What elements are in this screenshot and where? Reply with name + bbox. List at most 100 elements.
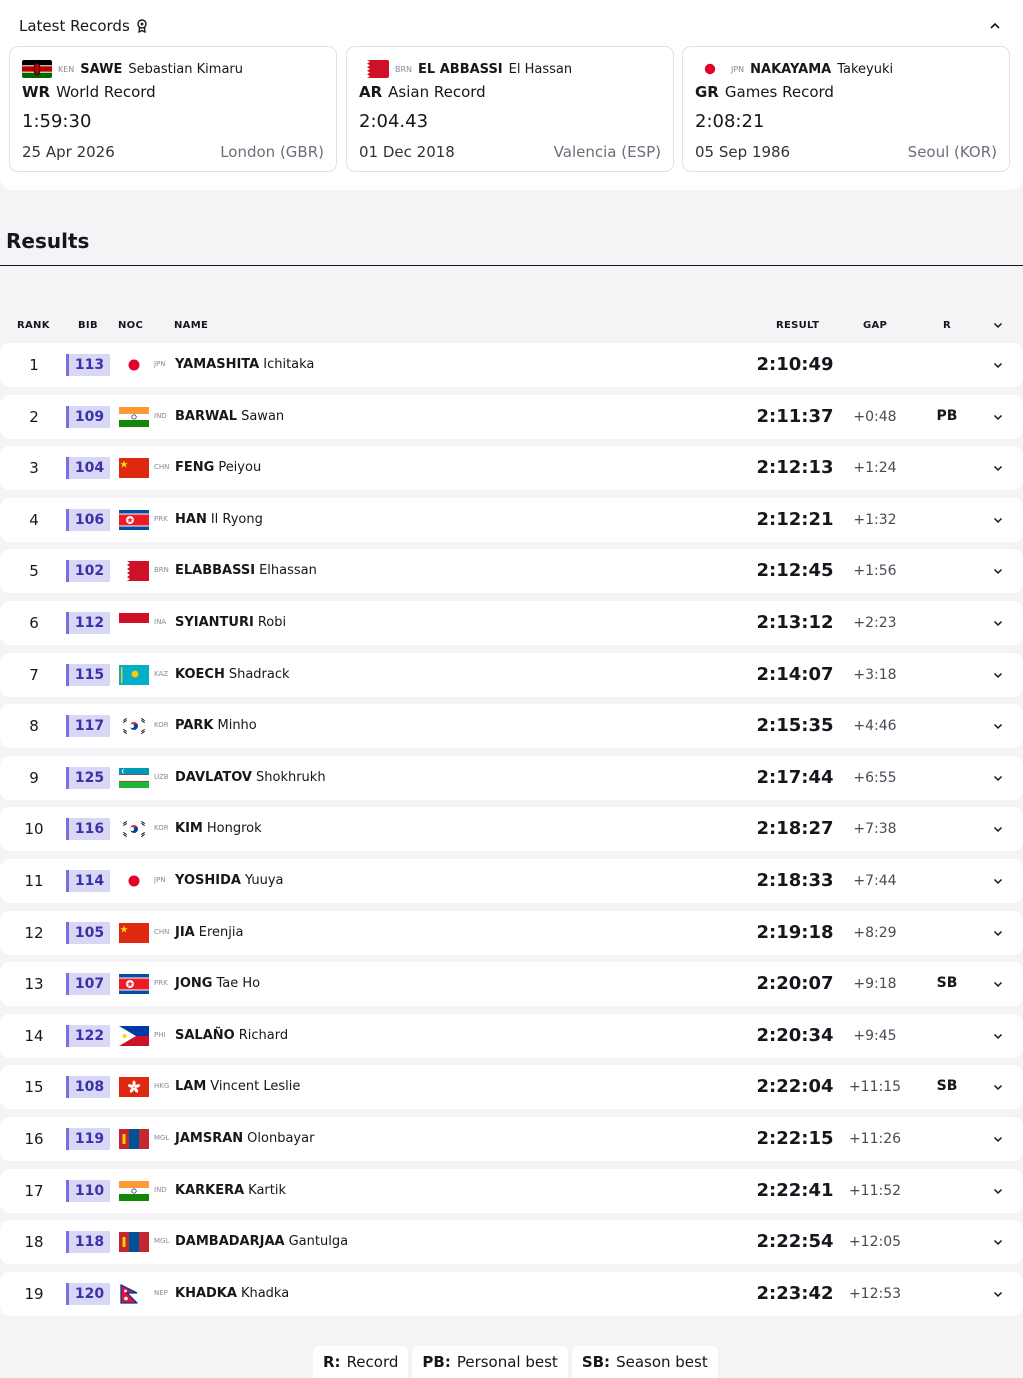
table-row[interactable]: 5 102 BRN ELABBASSI Elhassan 2:12:45 +1:56 (0, 549, 1023, 594)
table-row[interactable]: 7 115 KAZ KOECH Shadrack 2:14:07 +3:18 (0, 652, 1023, 697)
chevron-down-icon[interactable] (993, 1135, 1003, 1143)
chevron-down-icon[interactable] (993, 825, 1003, 833)
row-rank: 11 (24, 872, 44, 890)
row-athlete-name[interactable]: KHADKA Khadka (175, 1286, 289, 1301)
row-athlete-name[interactable]: DAMBADARJAA Gantulga (175, 1234, 348, 1249)
record-card-ar[interactable]: BRN EL ABBASSI El Hassan AR Asian Record … (346, 46, 674, 172)
row-athlete-name[interactable]: ELABBASSI Elhassan (175, 563, 317, 578)
row-noc: UZB (154, 772, 169, 781)
row-athlete-name[interactable]: SALAÑO Richard (175, 1028, 288, 1043)
row-athlete-name[interactable]: SYIANTURI Robi (175, 615, 286, 630)
chevron-down-icon[interactable] (993, 321, 1003, 329)
row-bib: 119 (66, 1128, 110, 1150)
row-athlete-last: BARWAL (175, 408, 238, 424)
row-athlete-first: Peiyou (218, 460, 262, 476)
table-row[interactable]: 4 106 PRK HAN Il Ryong 2:12:21 +1:32 (0, 497, 1023, 542)
table-row[interactable]: 13 107 PRK JONG Tae Ho 2:20:07 +9:18 SB (0, 962, 1023, 1007)
record-code: GR (695, 83, 719, 101)
flag-jpn-icon (695, 60, 725, 78)
row-bib: 116 (66, 818, 110, 841)
row-rank: 6 (29, 614, 39, 632)
row-athlete-last: DAVLATOV (175, 769, 252, 785)
chevron-down-icon[interactable] (993, 1083, 1003, 1091)
row-athlete-name[interactable]: JONG Tae Ho (175, 976, 260, 991)
table-row[interactable]: 1 113 JPN YAMASHITA Ichitaka 2:10:49 (0, 343, 1023, 387)
row-gap: +12:53 (848, 1285, 902, 1302)
row-athlete-name[interactable]: KARKERA Kartik (175, 1183, 286, 1198)
row-athlete-first: Tae Ho (216, 976, 261, 992)
row-noc: IND (154, 1185, 167, 1194)
chevron-down-icon[interactable] (993, 361, 1003, 369)
latest-records-header[interactable]: Latest Records (19, 17, 148, 35)
row-athlete-last: JONG (175, 976, 213, 992)
chevron-down-icon[interactable] (993, 1187, 1003, 1195)
table-row[interactable]: 2 109 IND BARWAL Sawan 2:11:37 +0:48 PB (0, 394, 1023, 439)
table-row[interactable]: 18 118 MGL DAMBADARJAA Gantulga 2:22:54 +12:05 (0, 1220, 1023, 1265)
chevron-down-icon[interactable] (993, 722, 1003, 730)
table-row[interactable]: 11 114 JPN YOSHIDA Yuuya 2:18:33 +7:44 (0, 859, 1023, 903)
chevron-down-icon[interactable] (993, 619, 1003, 627)
record-athlete: KEN SAWE Sebastian Kimaru (22, 60, 243, 78)
flag-brn-icon (119, 561, 149, 582)
chevron-down-icon[interactable] (993, 1238, 1003, 1246)
chevron-down-icon[interactable] (993, 929, 1003, 937)
row-noc: NEP (154, 1288, 168, 1297)
row-athlete-name[interactable]: JIA Erenjia (175, 925, 243, 940)
row-athlete-name[interactable]: PARK Minho (175, 718, 257, 733)
table-row[interactable]: 19 120 NEP KHADKA Khadka 2:23:42 +12:53 (0, 1271, 1023, 1316)
row-athlete-name[interactable]: JAMSRAN Olonbayar (175, 1131, 314, 1146)
flag-kor-icon (119, 716, 149, 737)
row-athlete-first: Gantulga (288, 1234, 349, 1250)
table-row[interactable]: 15 108 HKG LAM Vincent Leslie 2:22:04 +11:15 SB (0, 1065, 1023, 1110)
record-card-gr[interactable]: JPN NAKAYAMA Takeyuki GR Games Record 2:0… (682, 46, 1010, 172)
legend-item-record: R: Record (313, 1346, 409, 1378)
record-venue: London (GBR) (220, 143, 324, 161)
flag-ken-icon (22, 60, 52, 78)
chevron-down-icon[interactable] (993, 1032, 1003, 1040)
row-result: 2:19:18 (756, 921, 834, 943)
flag-mgl-icon (119, 1232, 149, 1253)
row-athlete-name[interactable]: KOECH Shadrack (175, 667, 290, 682)
chevron-down-icon[interactable] (993, 567, 1003, 575)
row-noc: PRK (154, 514, 168, 523)
row-gap: +0:48 (853, 408, 897, 425)
row-rank: 9 (29, 768, 39, 787)
table-row[interactable]: 6 112 INA SYIANTURI Robi 2:13:12 +2:23 (0, 601, 1023, 645)
row-athlete-name[interactable]: LAM Vincent Leslie (175, 1079, 300, 1094)
chevron-down-icon[interactable] (993, 877, 1003, 885)
table-row[interactable]: 12 105 CHN JIA Erenjia 2:19:18 +8:29 (0, 910, 1023, 955)
row-bib: 106 (66, 508, 110, 531)
chevron-down-icon[interactable] (993, 671, 1003, 679)
row-athlete-first: Olonbayar (247, 1131, 315, 1146)
row-noc: KAZ (154, 669, 169, 678)
row-athlete-last: YAMASHITA (175, 357, 260, 372)
flag-jpn-icon (119, 355, 149, 375)
row-athlete-name[interactable]: HAN Il Ryong (175, 512, 263, 527)
table-row[interactable]: 9 125 UZB DAVLATOV Shokhrukh 2:17:44 +6:55 (0, 755, 1023, 800)
chevron-down-icon[interactable] (993, 413, 1003, 421)
record-card-wr[interactable]: KEN SAWE Sebastian Kimaru WR World Record… (9, 46, 337, 172)
table-row[interactable]: 10 116 KOR KIM Hongrok 2:18:27 +7:38 (0, 807, 1023, 852)
flag-brn-icon (359, 60, 389, 78)
chevron-down-icon[interactable] (993, 1290, 1003, 1298)
chevron-up-icon[interactable] (989, 21, 1001, 31)
row-athlete-name[interactable]: DAVLATOV Shokhrukh (175, 770, 326, 785)
table-row[interactable]: 3 104 CHN FENG Peiyou 2:12:13 +1:24 (0, 446, 1023, 491)
row-rank: 16 (24, 1130, 44, 1148)
table-row[interactable]: 8 117 KOR PARK Minho 2:15:35 +4:46 (0, 704, 1023, 749)
row-athlete-name[interactable]: YAMASHITA Ichitaka (175, 357, 314, 372)
row-athlete-name[interactable]: KIM Hongrok (175, 821, 262, 836)
row-athlete-name[interactable]: FENG Peiyou (175, 460, 261, 475)
table-row[interactable]: 17 110 IND KARKERA Kartik 2:22:41 +11:52 (0, 1168, 1023, 1213)
record-athlete-first: Sebastian Kimaru (128, 61, 243, 77)
chevron-down-icon[interactable] (993, 464, 1003, 472)
row-athlete-name[interactable]: YOSHIDA Yuuya (175, 873, 284, 888)
row-athlete-name[interactable]: BARWAL Sawan (175, 409, 284, 424)
chevron-down-icon[interactable] (993, 516, 1003, 524)
row-athlete-last: HAN (175, 511, 207, 527)
chevron-down-icon[interactable] (993, 980, 1003, 988)
chevron-down-icon[interactable] (993, 774, 1003, 782)
table-row[interactable]: 14 122 PHI SALAÑO Richard 2:20:34 +9:45 (0, 1013, 1023, 1058)
table-row[interactable]: 16 119 MGL JAMSRAN Olonbayar 2:22:15 +11:26 (0, 1117, 1023, 1161)
row-result: 2:20:07 (756, 973, 834, 995)
